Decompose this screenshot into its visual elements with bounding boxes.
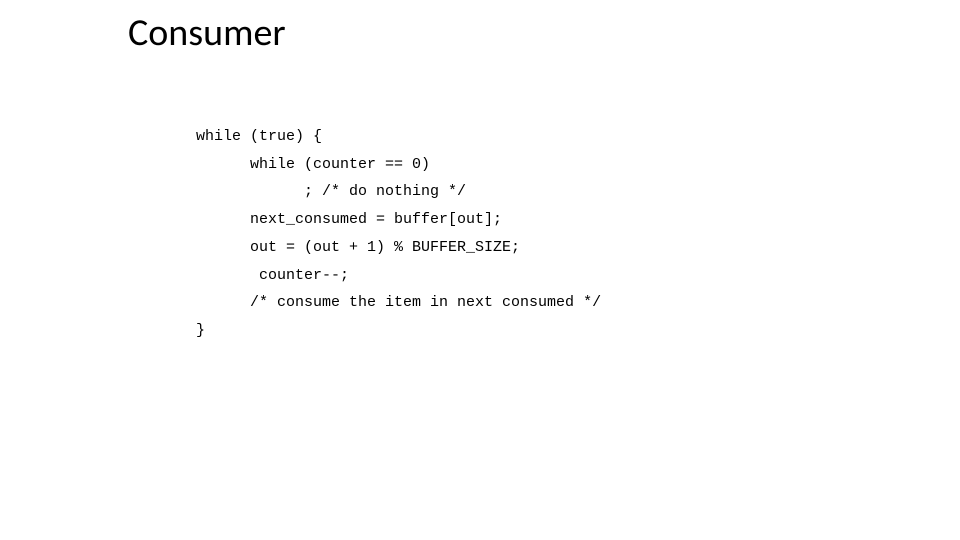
slide-title: Consumer	[128, 10, 286, 56]
code-line-7: /* consume the item in next consumed */	[196, 294, 610, 311]
code-line-1: while (true) {	[196, 128, 322, 145]
code-line-3: ; /* do nothing */	[196, 183, 466, 200]
code-line-8: }	[196, 322, 205, 339]
code-block: while (true) { while (counter == 0) ; /*…	[196, 95, 610, 345]
code-line-4: next_consumed = buffer[out];	[196, 211, 511, 228]
code-line-2: while (counter == 0)	[196, 156, 439, 173]
code-line-6: counter--;	[196, 267, 358, 284]
code-line-5: out = (out + 1) % BUFFER_SIZE;	[196, 239, 520, 256]
